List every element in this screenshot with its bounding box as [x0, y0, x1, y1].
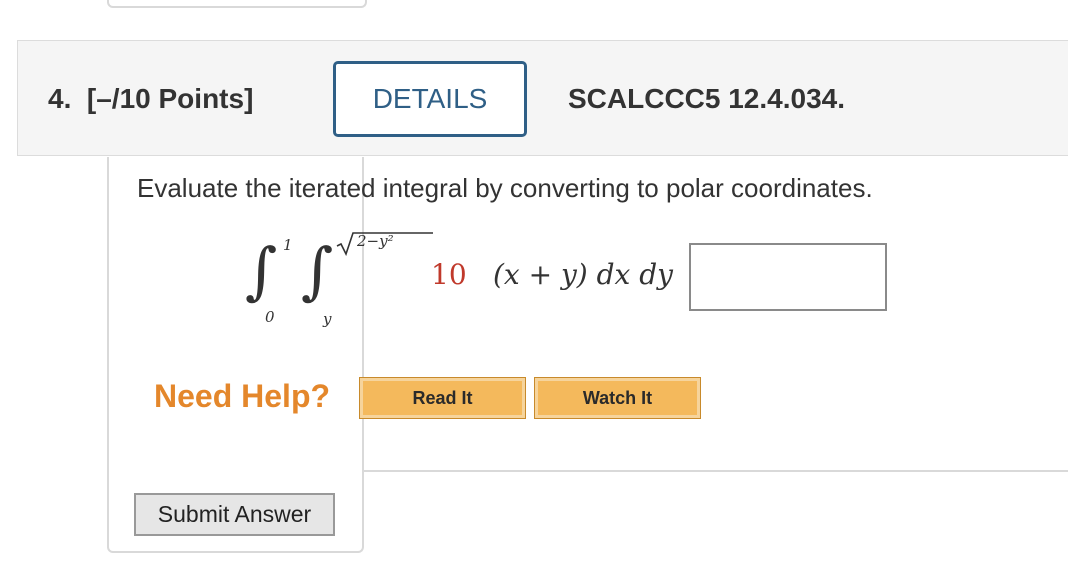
- outer-integral-sign: ∫: [245, 234, 278, 307]
- read-it-button[interactable]: Read It: [359, 377, 526, 419]
- watch-it-button[interactable]: Watch It: [534, 377, 701, 419]
- outer-lower-limit: 0: [265, 308, 275, 326]
- divider-line: [363, 470, 1068, 472]
- problem-prompt: Evaluate the iterated integral by conver…: [137, 173, 873, 203]
- submit-answer-button[interactable]: Submit Answer: [134, 493, 335, 536]
- details-button[interactable]: DETAILS: [333, 61, 527, 137]
- integrand-coefficient: 10: [431, 258, 467, 291]
- question-reference: SCALCCC5 12.4.034.: [568, 83, 846, 114]
- answer-box[interactable]: [689, 243, 887, 311]
- need-help-heading: Need Help?: [154, 378, 331, 414]
- question-number-points: 4. [–/10 Points]: [48, 83, 254, 114]
- answer-input[interactable]: [691, 245, 885, 309]
- outer-upper-limit: 1: [283, 236, 293, 254]
- integral-expression: ∫ 1 0 ∫ 2−y² y 10 (x + y) dx dy =: [245, 222, 714, 334]
- question-header: 4. [–/10 Points] DETAILS SCALCCC5 12.4.0…: [17, 40, 1068, 156]
- inner-integral-sign: ∫: [301, 234, 334, 307]
- inner-upper-limit: 2−y²: [357, 232, 394, 250]
- inner-lower-limit: y: [323, 310, 332, 328]
- previous-question-card: [107, 0, 367, 8]
- integrand-expression: (x + y) dx dy =: [493, 258, 715, 291]
